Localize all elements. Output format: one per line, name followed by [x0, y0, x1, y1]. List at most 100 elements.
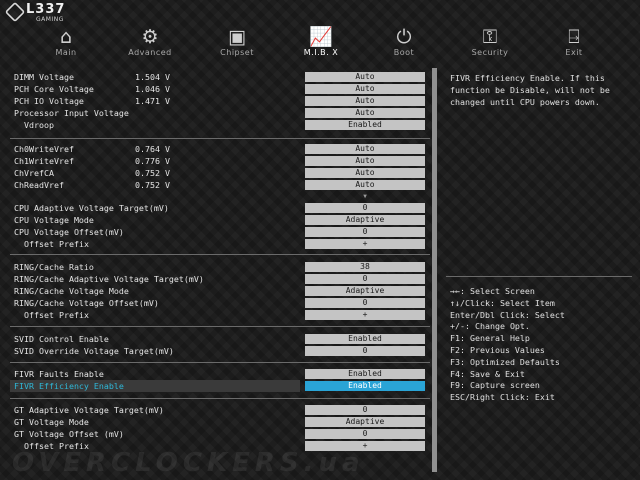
tab-label: Exit — [565, 48, 583, 57]
setting-option[interactable]: + — [305, 239, 425, 249]
setting-row-selected[interactable]: FIVR Efficiency Enable Enabled — [10, 380, 430, 392]
advanced-icon: ⚙ — [141, 26, 159, 48]
setting-row[interactable]: Offset Prefix + — [10, 238, 430, 250]
setting-reading: 1.504 V — [135, 72, 170, 82]
key-icon: ⚿ — [482, 26, 498, 48]
tab-label: Main — [55, 48, 77, 57]
brand-subtitle: GAMING — [36, 16, 64, 23]
brand-logo: L337 GAMING — [4, 1, 64, 24]
setting-row[interactable]: Ch0WriteVref 0.764 V Auto — [10, 143, 430, 155]
help-divider — [446, 276, 632, 277]
setting-option[interactable]: 0 — [305, 346, 425, 356]
scrollbar-thumb[interactable] — [432, 68, 437, 472]
key-hint: ESC/Right Click: Exit — [450, 392, 555, 403]
expand-row[interactable]: ▼ — [10, 190, 430, 202]
setting-option[interactable]: 0 — [305, 203, 425, 213]
setting-row[interactable]: GT Voltage Offset (mV) 0 — [10, 428, 430, 440]
setting-option[interactable]: Adaptive — [305, 286, 425, 296]
setting-label: GT Voltage Mode — [14, 417, 89, 427]
setting-option[interactable]: Auto — [305, 180, 425, 190]
setting-row[interactable]: ChVrefCA 0.752 V Auto — [10, 167, 430, 179]
setting-option[interactable]: 0 — [305, 429, 425, 439]
setting-option[interactable]: Auto — [305, 72, 425, 82]
setting-option[interactable]: Adaptive — [305, 215, 425, 225]
scrollbar[interactable] — [432, 68, 437, 472]
expand-arrow[interactable]: ▼ — [305, 191, 425, 201]
setting-option[interactable]: 38 — [305, 262, 425, 272]
logo-badge-icon — [4, 1, 26, 23]
setting-option[interactable]: Enabled — [305, 369, 425, 379]
tab-label: Security — [471, 48, 509, 57]
tab-main[interactable]: ⌂ Main — [30, 26, 102, 60]
setting-option[interactable]: Auto — [305, 168, 425, 178]
setting-row[interactable]: CPU Voltage Mode Adaptive — [10, 214, 430, 226]
setting-row[interactable]: DIMM Voltage 1.504 V Auto — [10, 71, 430, 83]
setting-option[interactable]: 0 — [305, 227, 425, 237]
setting-row[interactable]: PCH IO Voltage 1.471 V Auto — [10, 95, 430, 107]
setting-option[interactable]: 0 — [305, 274, 425, 284]
home-icon: ⌂ — [59, 26, 73, 48]
setting-label: Processor Input Voltage — [14, 108, 129, 118]
setting-label: SVID Override Voltage Target(mV) — [14, 346, 174, 356]
setting-row[interactable]: GT Voltage Mode Adaptive — [10, 416, 430, 428]
setting-label: FIVR Faults Enable — [14, 369, 104, 379]
setting-reading: 0.752 V — [135, 168, 170, 178]
setting-row[interactable]: RING/Cache Voltage Mode Adaptive — [10, 285, 430, 297]
setting-row[interactable]: RING/Cache Ratio 38 — [10, 261, 430, 273]
key-hint: F9: Capture screen — [450, 380, 540, 391]
setting-row[interactable]: RING/Cache Adaptive Voltage Target(mV) 0 — [10, 273, 430, 285]
setting-label: CPU Adaptive Voltage Target(mV) — [14, 203, 169, 213]
setting-row[interactable]: Processor Input Voltage Auto — [10, 107, 430, 119]
setting-option[interactable]: Enabled — [305, 381, 425, 391]
setting-option[interactable]: Enabled — [305, 120, 425, 130]
setting-row[interactable]: SVID Control Enable Enabled — [10, 333, 430, 345]
setting-row[interactable]: SVID Override Voltage Target(mV) 0 — [10, 345, 430, 357]
key-hint: →←: Select Screen — [450, 286, 535, 296]
tab-mib-x[interactable]: 📈 M.I.B. X — [285, 26, 357, 60]
setting-row[interactable]: Vdroop Enabled — [10, 119, 430, 131]
setting-label: RING/Cache Ratio — [14, 262, 94, 272]
setting-option[interactable]: Auto — [305, 84, 425, 94]
tab-advanced[interactable]: ⚙ Advanced — [114, 26, 186, 60]
tab-label: M.I.B. X — [303, 48, 339, 57]
chipset-icon: ▣ — [228, 26, 246, 48]
setting-row[interactable]: FIVR Faults Enable Enabled — [10, 368, 430, 380]
setting-reading: 0.764 V — [135, 144, 170, 154]
divider — [10, 138, 430, 139]
tab-security[interactable]: ⚿ Security — [454, 26, 526, 60]
setting-label: GT Voltage Offset (mV) — [14, 429, 124, 439]
setting-option[interactable]: 0 — [305, 298, 425, 308]
setting-row[interactable]: CPU Voltage Offset(mV) 0 — [10, 226, 430, 238]
setting-row[interactable]: CPU Adaptive Voltage Target(mV) 0 — [10, 202, 430, 214]
setting-row[interactable]: Offset Prefix + — [10, 309, 430, 321]
setting-option[interactable]: 0 — [305, 405, 425, 415]
setting-label: RING/Cache Adaptive Voltage Target(mV) — [14, 274, 204, 284]
setting-label: Ch0WriteVref — [14, 144, 74, 154]
setting-option[interactable]: Adaptive — [305, 417, 425, 427]
key-hint: F1: General Help — [450, 333, 530, 344]
setting-label: DIMM Voltage — [14, 72, 74, 82]
setting-row[interactable]: Ch1WriteVref 0.776 V Auto — [10, 155, 430, 167]
setting-row[interactable]: PCH Core Voltage 1.046 V Auto — [10, 83, 430, 95]
tab-boot[interactable]: ⏻ Boot — [368, 26, 440, 60]
setting-option[interactable]: Auto — [305, 108, 425, 118]
setting-option[interactable]: Auto — [305, 156, 425, 166]
setting-row[interactable]: RING/Cache Voltage Offset(mV) 0 — [10, 297, 430, 309]
setting-option[interactable]: + — [305, 310, 425, 320]
setting-label: Offset Prefix — [24, 310, 89, 320]
power-icon: ⏻ — [396, 26, 412, 48]
tab-label: Boot — [393, 48, 415, 57]
setting-option[interactable]: Auto — [305, 144, 425, 154]
tab-chipset[interactable]: ▣ Chipset — [201, 26, 273, 60]
tab-exit[interactable]: ⍈ Exit — [538, 26, 610, 60]
settings-panel: DIMM Voltage 1.504 V Auto PCH Core Volta… — [10, 68, 430, 468]
setting-row[interactable]: GT Adaptive Voltage Target(mV) 0 — [10, 404, 430, 416]
exit-icon: ⍈ — [568, 26, 580, 48]
setting-option[interactable]: Enabled — [305, 334, 425, 344]
setting-reading: 1.471 V — [135, 96, 170, 106]
brand-name: L337 — [26, 2, 66, 17]
setting-label: PCH IO Voltage — [14, 96, 84, 106]
setting-reading: 0.776 V — [135, 156, 170, 166]
setting-option[interactable]: Auto — [305, 96, 425, 106]
setting-label: Ch1WriteVref — [14, 156, 74, 166]
